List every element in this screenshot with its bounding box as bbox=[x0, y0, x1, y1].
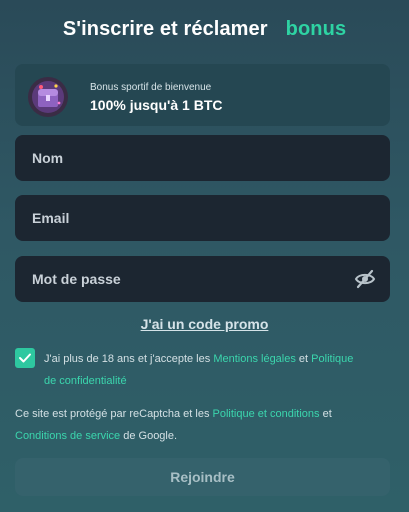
consent-text-and: et bbox=[295, 353, 312, 365]
legal-notice-link[interactable]: Mentions légales bbox=[213, 353, 296, 365]
page-title: S'inscrire et réclamer bonus bbox=[0, 18, 409, 41]
bonus-subtitle: Bonus sportif de bienvenue bbox=[90, 82, 212, 93]
email-placeholder: Email bbox=[32, 210, 70, 226]
bonus-card: Bonus sportif de bienvenue 100% jusqu'à … bbox=[15, 64, 390, 126]
consent-text-before: J'ai plus de 18 ans et j'accepte les bbox=[44, 353, 214, 365]
join-button[interactable]: Rejoindre bbox=[15, 458, 390, 496]
consent-checkbox[interactable] bbox=[15, 348, 35, 368]
terms-of-service-link[interactable]: Conditions de service bbox=[15, 430, 120, 442]
title-text: S'inscrire et réclamer bbox=[62, 18, 268, 40]
recaptcha-text-before: Ce site est protégé par reCaptcha et les bbox=[15, 408, 213, 420]
check-icon bbox=[19, 353, 31, 363]
name-placeholder: Nom bbox=[32, 150, 64, 166]
recaptcha-text-and: et bbox=[319, 408, 332, 420]
name-field[interactable]: Nom bbox=[15, 135, 390, 181]
password-placeholder: Mot de passe bbox=[32, 271, 121, 287]
bonus-headline: 100% jusqu'à 1 BTC bbox=[90, 97, 223, 113]
promo-code-link[interactable]: J'ai un code promo bbox=[0, 316, 409, 332]
treasure-chest-icon bbox=[27, 76, 69, 118]
policy-conditions-link[interactable]: Politique et conditions bbox=[213, 408, 320, 420]
email-field[interactable]: Email bbox=[15, 195, 390, 241]
eye-slash-icon[interactable] bbox=[354, 268, 376, 290]
title-accent: bonus bbox=[285, 18, 347, 40]
consent-text: J'ai plus de 18 ans et j'accepte les Men… bbox=[44, 348, 364, 392]
recaptcha-text-after: de Google. bbox=[120, 430, 178, 442]
recaptcha-notice: Ce site est protégé par reCaptcha et les… bbox=[15, 403, 390, 447]
password-field[interactable]: Mot de passe bbox=[15, 256, 390, 302]
